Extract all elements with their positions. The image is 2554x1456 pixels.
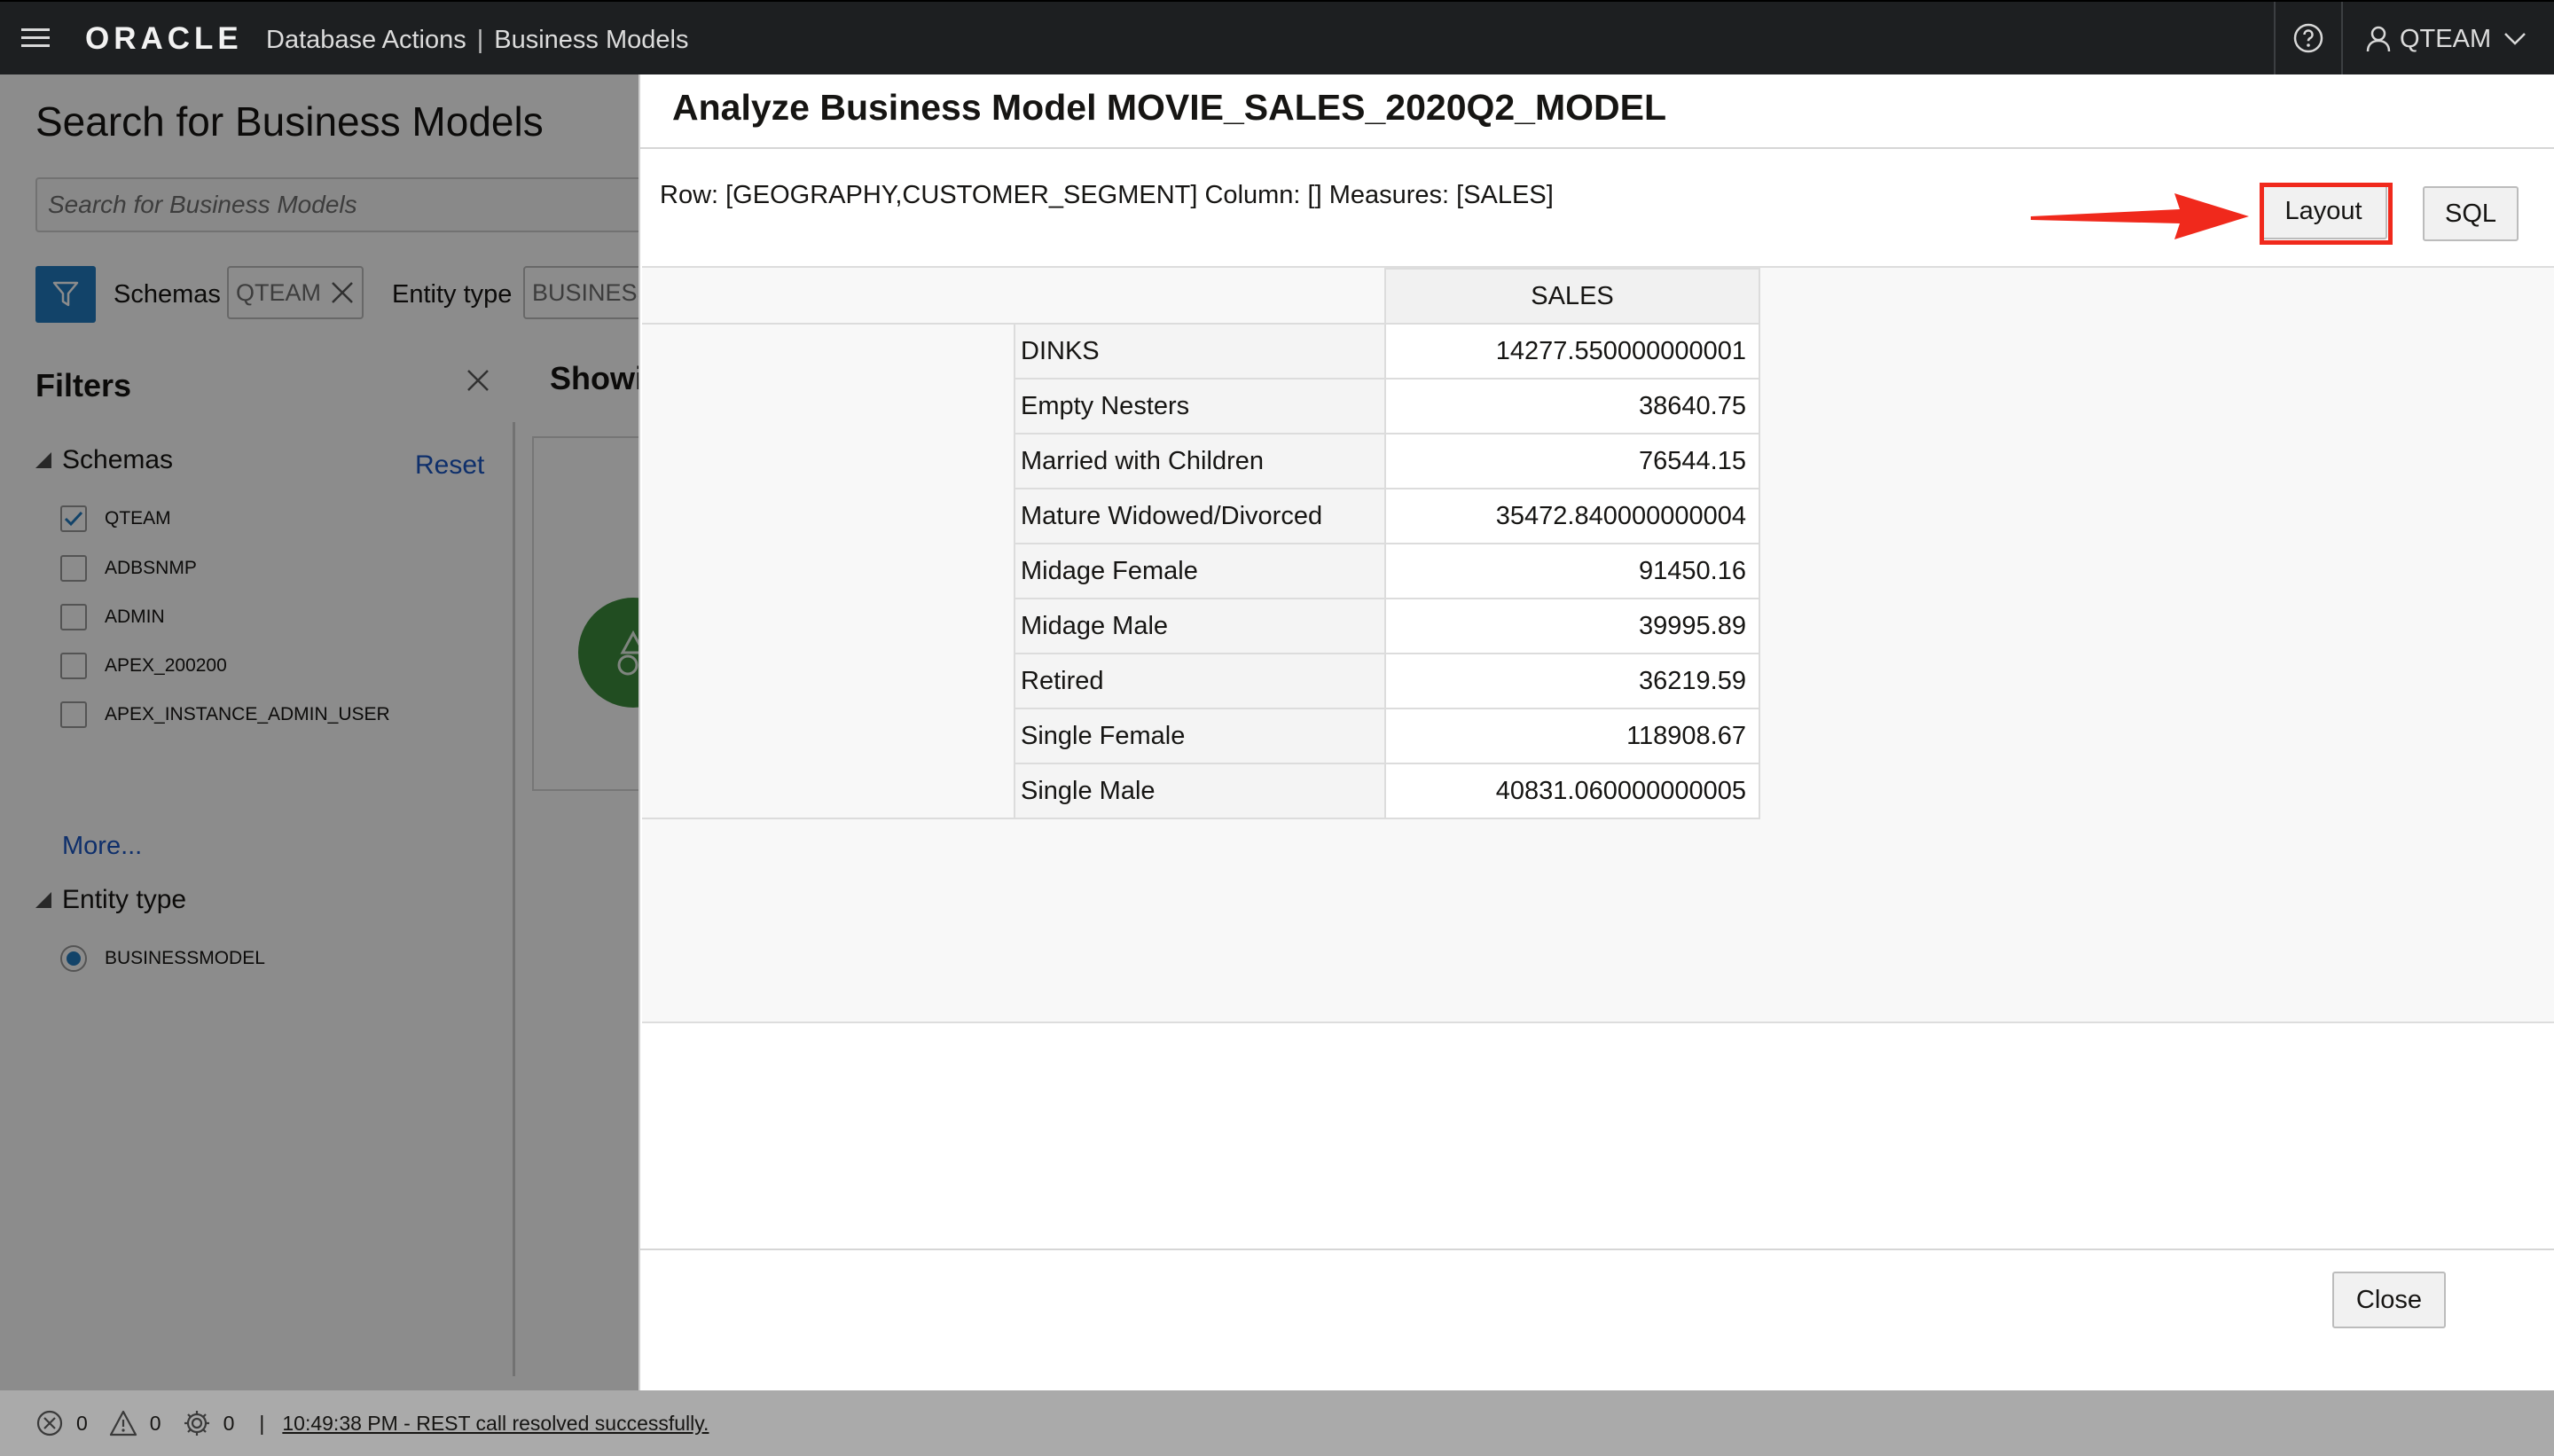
dialog-footer-divider bbox=[640, 1249, 2554, 1250]
dialog-title: Analyze Business Model MOVIE_SALES_2020Q… bbox=[672, 87, 1667, 128]
warning-count: 0 bbox=[149, 1411, 161, 1435]
error-icon bbox=[36, 1410, 63, 1436]
menu-icon[interactable] bbox=[21, 23, 50, 55]
red-arrow-annotation bbox=[2031, 193, 2249, 239]
sales-cell[interactable]: 40831.060000000005 bbox=[1384, 763, 1760, 819]
analyze-business-model-dialog: Analyze Business Model MOVIE_SALES_2020Q… bbox=[638, 74, 2554, 1390]
header-row: SALES bbox=[642, 268, 1760, 325]
error-status[interactable]: 0 bbox=[35, 1409, 88, 1437]
user-menu[interactable]: QTEAM bbox=[2366, 23, 2527, 55]
table-row: DINKS 14277.550000000001 bbox=[642, 323, 1760, 819]
segment-cell[interactable]: Empty Nesters bbox=[1014, 378, 1386, 434]
pivot-table: SALES DINKS 14277.550000000001 Empty Nes… bbox=[642, 268, 1760, 819]
task-count: 0 bbox=[223, 1411, 235, 1435]
segment-cell[interactable]: Midage Male bbox=[1014, 598, 1386, 654]
sales-cell[interactable]: 14277.550000000001 bbox=[1384, 323, 1760, 380]
sales-cell[interactable]: 36219.59 bbox=[1384, 653, 1760, 709]
warning-status[interactable]: 0 bbox=[109, 1410, 161, 1436]
layout-button[interactable]: Layout bbox=[2260, 183, 2387, 239]
segment-cell[interactable]: Married with Children bbox=[1014, 433, 1386, 489]
topbar-divider bbox=[2341, 2, 2343, 74]
sql-button[interactable]: SQL bbox=[2423, 186, 2519, 241]
app-title: Database Actions | Business Models bbox=[266, 25, 688, 55]
pivot-table-area: SALES DINKS 14277.550000000001 Empty Nes… bbox=[642, 266, 2554, 1023]
column-header-sales[interactable]: SALES bbox=[1384, 268, 1760, 325]
sales-cell[interactable]: 35472.840000000004 bbox=[1384, 488, 1760, 544]
segment-cell[interactable]: Single Male bbox=[1014, 763, 1386, 819]
segment-cell[interactable]: Single Female bbox=[1014, 708, 1386, 764]
title-separator: | bbox=[476, 26, 484, 54]
sales-cell[interactable]: 76544.15 bbox=[1384, 433, 1760, 489]
gear-icon bbox=[184, 1411, 209, 1436]
sales-cell[interactable]: 91450.16 bbox=[1384, 543, 1760, 599]
help-icon[interactable] bbox=[2293, 23, 2323, 53]
close-button[interactable]: Close bbox=[2332, 1272, 2446, 1328]
error-count: 0 bbox=[76, 1411, 88, 1435]
sales-cell[interactable]: 39995.89 bbox=[1384, 598, 1760, 654]
dialog-header-divider bbox=[640, 147, 2554, 149]
user-name: QTEAM bbox=[2400, 24, 2492, 53]
segment-cell[interactable]: Mature Widowed/Divorced bbox=[1014, 488, 1386, 544]
top-bar: ORACLE Database Actions | Business Models … bbox=[0, 0, 2554, 74]
query-summary: Row: [GEOGRAPHY,CUSTOMER_SEGMENT] Column… bbox=[660, 181, 1554, 209]
app-name[interactable]: Database Actions bbox=[266, 26, 466, 54]
segment-cell[interactable]: Midage Female bbox=[1014, 543, 1386, 599]
warning-icon bbox=[109, 1410, 137, 1436]
sales-cell[interactable]: 118908.67 bbox=[1384, 708, 1760, 764]
topbar-divider bbox=[2274, 2, 2276, 74]
chevron-down-icon bbox=[2504, 33, 2527, 45]
status-bar: 0 0 0 | 10:49:38 PM - REST call resolved… bbox=[0, 1390, 2554, 1456]
geography-cell bbox=[642, 323, 1015, 819]
status-message-link[interactable]: 10:49:38 PM - REST call resolved success… bbox=[282, 1412, 709, 1436]
sales-cell[interactable]: 38640.75 bbox=[1384, 378, 1760, 434]
task-status[interactable]: 0 bbox=[183, 1409, 235, 1437]
row-header-blank bbox=[642, 269, 1386, 325]
status-separator: | bbox=[259, 1411, 265, 1435]
oracle-logo: ORACLE bbox=[85, 21, 243, 56]
segment-cell[interactable]: DINKS bbox=[1014, 323, 1386, 380]
segment-cell[interactable]: Retired bbox=[1014, 653, 1386, 709]
user-icon bbox=[2366, 26, 2391, 52]
section-name: Business Models bbox=[494, 26, 689, 54]
